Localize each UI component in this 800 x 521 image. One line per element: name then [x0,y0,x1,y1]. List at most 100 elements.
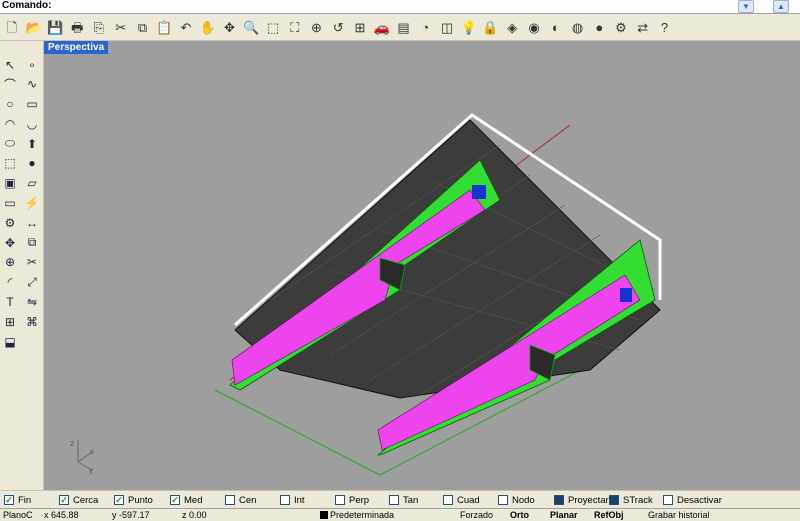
osnap-checkbox[interactable] [498,495,508,505]
rectangle-icon[interactable]: ▭ [23,95,41,114]
arc-tool-icon[interactable]: ◡ [23,114,41,133]
osnap-checkbox[interactable]: ✓ [59,495,69,505]
surface-icon[interactable]: ⬚ [1,154,19,173]
rotate-view-icon[interactable]: ✥ [220,18,240,38]
osnap-cuad[interactable]: Cuad [443,494,480,506]
osnap-checkbox[interactable]: ✓ [170,495,180,505]
point-icon[interactable]: ∘ [23,55,41,74]
box-icon[interactable]: ▣ [1,174,19,193]
help-icon[interactable]: ? [655,18,675,38]
copy-icon[interactable]: ⧉ [133,18,153,38]
move-icon[interactable]: ✥ [1,233,19,252]
render-icon[interactable]: ● [589,18,609,38]
text-icon[interactable]: T [1,293,19,312]
lock-icon[interactable]: 🔒 [481,18,501,38]
four-viewports-icon[interactable]: ⊞ [350,18,370,38]
open-icon[interactable]: 📂 [24,18,44,38]
curve-icon[interactable]: ∿ [23,75,41,94]
cylinder-icon[interactable]: ▭ [1,194,19,213]
layer-icon[interactable]: ◈ [502,18,522,38]
new-icon[interactable]: 🗋 [2,18,22,38]
osnap-perp[interactable]: Perp [335,494,369,506]
cplane-label[interactable]: PlanoC [3,510,33,520]
osnap-strack[interactable]: STrack [609,494,653,506]
osnap-checkbox[interactable] [663,495,673,505]
scale-icon[interactable]: ⤢ [23,273,41,292]
options-icon[interactable]: ⚙ [611,18,631,38]
lightning-icon[interactable]: ⚡ [23,194,41,213]
color-wheel-icon[interactable]: ◉ [524,18,544,38]
circle-icon[interactable]: ○ [1,95,19,114]
zoom-icon[interactable]: 🔍 [241,18,261,38]
sphere-icon[interactable]: ● [23,154,41,173]
osnap-checkbox[interactable]: ✓ [4,495,14,505]
cplane-icon[interactable]: ◫ [437,18,457,38]
osnap-desactivar[interactable]: Desactivar [663,494,722,506]
extrude-icon[interactable]: ⬆ [23,134,41,153]
osnap-checkbox[interactable] [335,495,345,505]
y-coordinate: y -597.17 [112,510,150,520]
osnap-checkbox[interactable] [389,495,399,505]
gear-icon[interactable]: ⚙ [1,213,19,232]
perspective-viewport[interactable]: x z y [44,41,800,490]
osnap-cen[interactable]: Cen [225,494,256,506]
osnap-med[interactable]: ✓ Med [170,494,202,506]
cut-icon[interactable]: ✂ [111,18,131,38]
group-icon[interactable]: ⧉ [23,233,41,252]
planar-toggle[interactable]: Planar [550,510,578,520]
print-icon[interactable]: 🖶 [67,18,87,38]
osnap-fin[interactable]: ✓ Fin [4,494,31,506]
osnap-label: Nodo [512,494,535,506]
ellipse-icon[interactable]: ⬭ [1,134,19,153]
orto-toggle[interactable]: Orto [510,510,529,520]
command-scroll-button[interactable]: ▲ [773,0,789,13]
shade-icon[interactable]: ◐ [546,18,566,38]
record-history-toggle[interactable]: Grabar historial [648,510,710,520]
polyline-icon[interactable]: ⌒ [1,75,19,94]
zoom-selected-icon[interactable]: ⊕ [307,18,327,38]
zoom-extents-icon[interactable]: ⛶ [285,18,305,38]
command-bar[interactable]: Comando: ▼ ▲ [0,0,800,14]
osnap-checkbox[interactable] [609,495,619,505]
view-box-icon[interactable]: ⬓ [1,332,19,351]
analyze-icon[interactable]: ⌘ [23,312,41,331]
trim-icon[interactable]: ✂ [23,253,41,272]
osnap-punto[interactable]: ✓ Punto [114,494,153,506]
import-icon[interactable]: ⎘ [89,18,109,38]
osnap-checkbox[interactable] [280,495,290,505]
osnap-checkbox[interactable] [225,495,235,505]
car-icon[interactable]: 🚗 [372,18,392,38]
sphere-render-icon[interactable]: ◍ [568,18,588,38]
osnap-int[interactable]: Int [280,494,305,506]
dimension-icon[interactable]: ↔ [23,213,41,232]
refobj-toggle[interactable]: RefObj [594,510,624,520]
osnap-checkbox[interactable] [554,495,564,505]
undo-icon[interactable]: ↶ [176,18,196,38]
mirror-icon[interactable]: ⇋ [23,293,41,312]
fillet-icon[interactable]: ◜ [1,273,19,292]
boolean-icon[interactable]: ⊕ [1,253,19,272]
named-views-icon[interactable]: ▤ [394,18,414,38]
undo-view-icon[interactable]: ↺ [328,18,348,38]
osnap-cerca[interactable]: ✓ Cerca [59,494,98,506]
select-arrow-icon[interactable]: ↖ [1,55,19,74]
paste-icon[interactable]: 📋 [154,18,174,38]
history-icon[interactable]: ⇄ [633,18,653,38]
osnap-tan[interactable]: Tan [389,494,418,506]
osnap-checkbox[interactable]: ✓ [114,495,124,505]
zoom-window-icon[interactable]: ⬚ [263,18,283,38]
plane-icon[interactable]: ▱ [23,174,41,193]
pan-icon[interactable]: ✋ [198,18,218,38]
viewport-tab[interactable]: Perspectiva [44,41,109,54]
camera-icon[interactable]: ◔ [415,18,435,38]
save-icon[interactable]: 💾 [46,18,66,38]
forzado-toggle[interactable]: Forzado [460,510,493,520]
current-layer[interactable]: Predeterminada [320,510,394,520]
command-dropdown-button[interactable]: ▼ [738,0,754,13]
osnap-proyectar[interactable]: Proyectar [554,494,609,506]
osnap-nodo[interactable]: Nodo [498,494,535,506]
array-icon[interactable]: ⊞ [1,312,19,331]
bulb-icon[interactable]: 💡 [459,18,479,38]
osnap-checkbox[interactable] [443,495,453,505]
arc-icon[interactable]: ◠ [1,114,19,133]
